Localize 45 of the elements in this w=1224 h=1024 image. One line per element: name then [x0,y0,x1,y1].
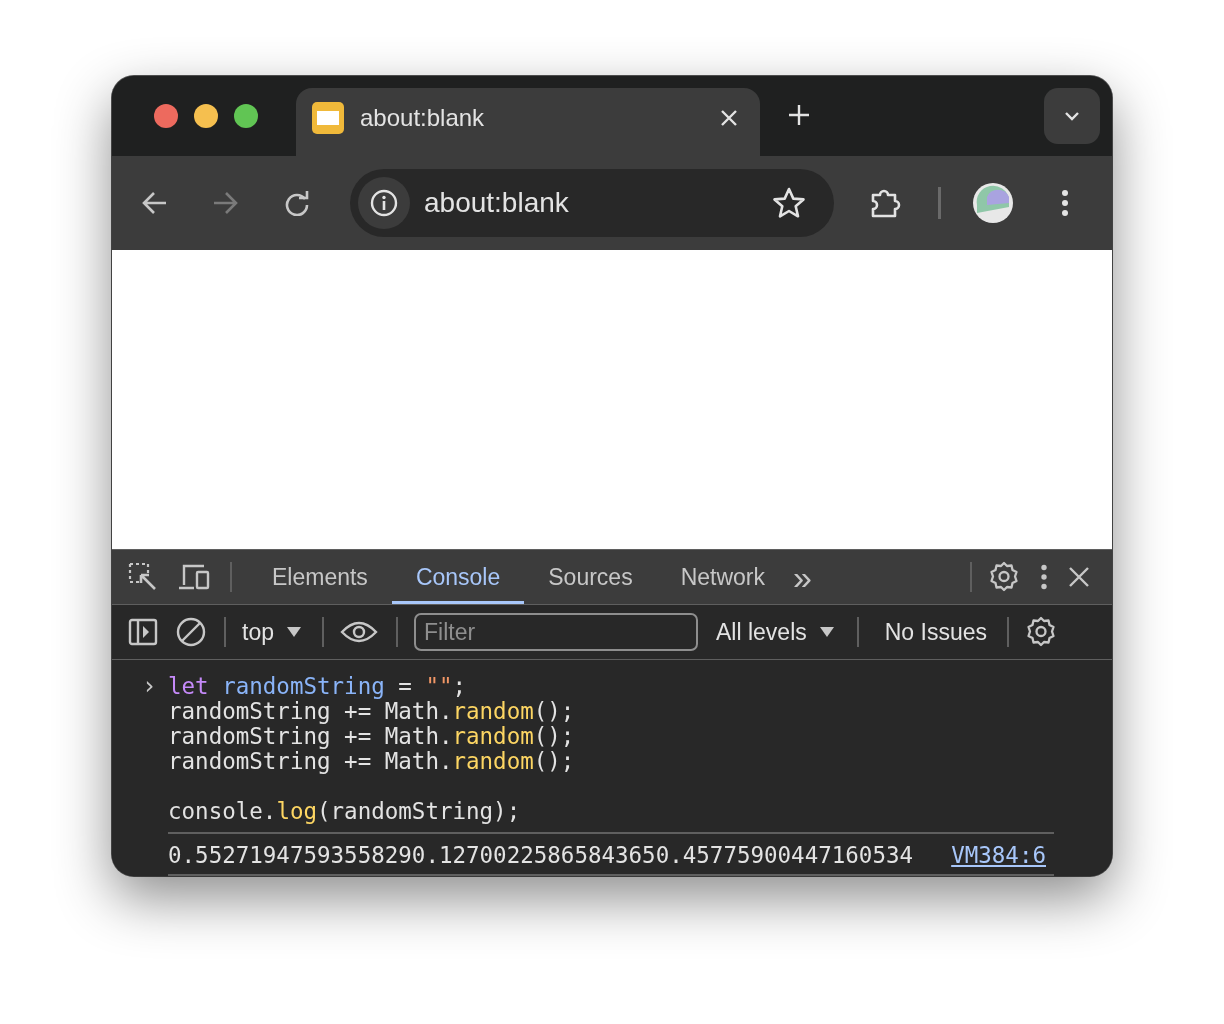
back-arrow-icon[interactable] [142,190,168,215]
settings-icon[interactable] [1025,616,1057,649]
issues-button[interactable]: No Issues [884,618,987,646]
minimize-window-button[interactable] [194,103,218,128]
close-window-button[interactable] [154,103,178,128]
clear-console-icon[interactable] [176,617,206,648]
dropdown-triangle-icon [286,626,302,639]
code-line: randomString += Math.random(); [168,724,575,749]
code-line: let randomString = ""; [168,674,468,699]
devtools-tab[interactable]: Network [656,550,789,605]
sidebar-toggle-icon[interactable] [128,618,158,647]
log-output: 0.55271947593558290.12700225865843650.45775900447160534 [168,842,914,868]
browser-tab[interactable]: about:blank [296,87,760,156]
info-icon [370,188,398,217]
plus-icon[interactable] [788,103,810,126]
code-line: console.log(randomString); [168,797,522,824]
url-text: about:blank [424,186,570,219]
close-icon[interactable] [720,108,738,127]
settings-icon[interactable] [988,561,1020,594]
code-line: randomString += Math.random(); [168,699,575,724]
zoom-window-button[interactable] [234,103,258,128]
reload-icon[interactable] [284,189,310,216]
code-line: randomString += Math.random(); [168,749,575,774]
close-icon[interactable] [1068,566,1090,589]
filter-field[interactable]: Filter [414,613,698,652]
forward-arrow-icon[interactable] [212,190,238,215]
devtools-tab[interactable]: Sources [524,550,657,605]
dropdown-triangle-icon [818,626,835,639]
more-tabs-button[interactable]: » [793,557,812,597]
log-levels-dropdown[interactable]: All levels [716,618,835,646]
page-icon [312,101,344,134]
devtools-tab[interactable]: Elements [248,550,392,605]
eye-icon[interactable] [340,620,378,645]
context-dropdown[interactable]: top [242,618,302,646]
site-info-button[interactable] [358,176,410,229]
tab-title: about:blank [360,103,486,132]
chevron-down-icon [1063,109,1081,122]
profile-avatar[interactable] [973,182,1013,223]
device-toolbar-icon[interactable] [178,563,210,592]
prompt-chevron: › [142,674,158,702]
source-link[interactable]: VM384:6 [951,842,1046,868]
more-options-icon[interactable] [1040,564,1048,591]
star-icon[interactable] [772,186,806,219]
menu-icon[interactable] [1061,188,1069,217]
address-bar[interactable]: about:blank [350,168,834,237]
